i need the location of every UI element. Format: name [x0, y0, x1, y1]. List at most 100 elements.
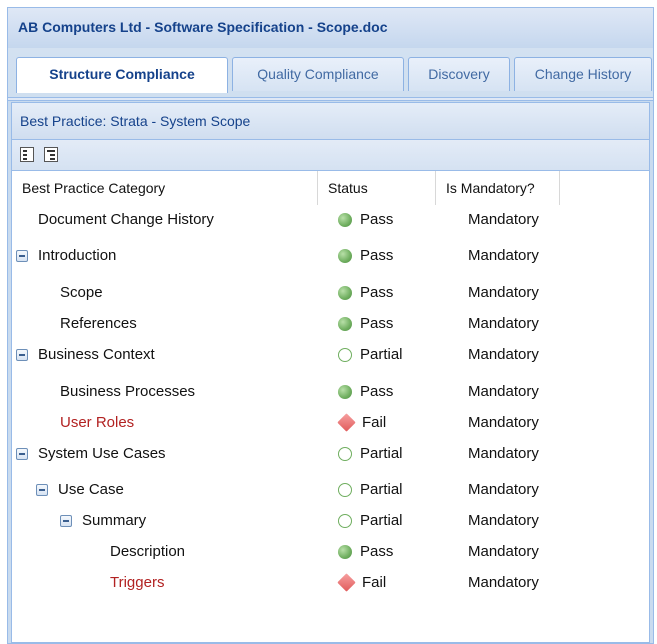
pass-status-icon	[338, 544, 352, 559]
category-cell: Scope	[60, 284, 103, 301]
status-label: Fail	[362, 414, 387, 431]
category-label: User Roles	[60, 414, 135, 431]
status-cell: Pass	[338, 383, 393, 400]
category-label: System Use Cases	[38, 445, 166, 462]
status-cell: Partial	[338, 481, 403, 498]
tab-structure-compliance[interactable]: Structure Compliance	[16, 57, 228, 93]
pass-status-icon	[338, 285, 352, 300]
mandatory-label: Mandatory	[468, 512, 539, 529]
category-cell: Business Processes	[60, 383, 195, 400]
tab-quality-compliance[interactable]: Quality Compliance	[232, 57, 404, 91]
mandatory-label: Mandatory	[468, 247, 539, 264]
status-cell: Pass	[338, 284, 393, 301]
category-label: Triggers	[110, 574, 165, 591]
mandatory-label: Mandatory	[468, 543, 539, 560]
table-row[interactable]: References Pass Mandatory	[12, 309, 649, 339]
collapse-toggle-icon[interactable]	[16, 348, 28, 361]
category-label: Summary	[82, 512, 147, 529]
status-label: Pass	[360, 315, 394, 332]
collapse-toggle-icon[interactable]	[60, 514, 72, 527]
mandatory-label: Mandatory	[468, 414, 539, 431]
status-cell: Pass	[338, 247, 393, 264]
table-row[interactable]: User Roles Fail Mandatory	[12, 408, 649, 438]
category-cell: Summary	[60, 512, 146, 529]
status-cell: Partial	[338, 346, 403, 363]
tab-strip: Structure Compliance Quality Compliance …	[8, 48, 653, 98]
category-cell: User Roles	[60, 414, 134, 431]
column-header-category[interactable]: Best Practice Category	[12, 171, 318, 205]
pass-status-icon	[338, 316, 352, 331]
table-row[interactable]: Scope Pass Mandatory	[12, 278, 649, 308]
status-cell: Pass	[338, 543, 393, 560]
category-label: Use Case	[58, 481, 124, 498]
category-cell: Business Context	[16, 346, 155, 363]
mandatory-label: Mandatory	[468, 481, 539, 498]
pass-status-icon	[338, 212, 352, 227]
status-cell: Partial	[338, 445, 403, 462]
status-label: Partial	[360, 346, 403, 363]
status-cell: Fail	[337, 573, 387, 592]
status-label: Partial	[360, 512, 403, 529]
status-label: Pass	[360, 383, 394, 400]
tab-change-history[interactable]: Change History	[514, 57, 652, 91]
status-cell: Pass	[338, 211, 393, 228]
status-cell: Pass	[338, 315, 393, 332]
category-cell: Triggers	[110, 574, 164, 591]
status-label: Fail	[362, 574, 387, 591]
mandatory-label: Mandatory	[468, 211, 539, 228]
status-label: Partial	[360, 481, 403, 498]
status-label: Pass	[360, 543, 394, 560]
status-label: Partial	[360, 445, 403, 462]
tab-divider	[8, 97, 653, 101]
column-header-status[interactable]: Status	[318, 171, 436, 205]
pass-status-icon	[338, 384, 352, 399]
collapse-toggle-icon[interactable]	[16, 447, 28, 460]
table-row[interactable]: Business Processes Pass Mandatory	[12, 377, 649, 407]
mandatory-label: Mandatory	[468, 284, 539, 301]
fail-status-icon	[337, 573, 356, 592]
table-row[interactable]: Introduction Pass Mandatory	[12, 241, 649, 271]
table-row[interactable]: Document Change History Pass Mandatory	[12, 205, 649, 235]
table-row[interactable]: Use Case Partial Mandatory	[12, 475, 649, 505]
mandatory-label: Mandatory	[468, 315, 539, 332]
table-row[interactable]: Triggers Fail Mandatory	[12, 568, 649, 598]
category-label: Business Context	[38, 346, 155, 363]
status-cell: Partial	[338, 512, 403, 529]
partial-status-icon	[338, 513, 352, 528]
column-header-mandatory[interactable]: Is Mandatory?	[436, 171, 560, 205]
window-title: AB Computers Ltd - Software Specificatio…	[18, 19, 388, 35]
fail-status-icon	[337, 413, 356, 432]
status-label: Pass	[360, 247, 394, 264]
panel-title: Best Practice: Strata - System Scope	[12, 103, 649, 140]
category-label: References	[60, 315, 137, 332]
table-row[interactable]: Summary Partial Mandatory	[12, 506, 649, 536]
status-label: Pass	[360, 211, 394, 228]
category-cell: Description	[110, 543, 185, 560]
collapse-all-icon[interactable]	[20, 147, 34, 162]
collapse-toggle-icon[interactable]	[16, 249, 28, 262]
grid-header: Best Practice Category Status Is Mandato…	[12, 171, 649, 205]
mandatory-label: Mandatory	[468, 383, 539, 400]
title-bar: AB Computers Ltd - Software Specificatio…	[8, 8, 653, 49]
table-row[interactable]: System Use Cases Partial Mandatory	[12, 439, 649, 469]
pass-status-icon	[338, 248, 352, 263]
category-cell: Introduction	[16, 247, 116, 264]
expand-all-icon[interactable]	[44, 147, 58, 162]
category-cell: Use Case	[36, 481, 124, 498]
category-label: Description	[110, 543, 186, 560]
tree-toolbar	[12, 140, 649, 171]
table-row[interactable]: Business Context Partial Mandatory	[12, 340, 649, 370]
mandatory-label: Mandatory	[468, 445, 539, 462]
spec-window: AB Computers Ltd - Software Specificatio…	[7, 7, 654, 644]
category-label: Document Change History	[38, 211, 214, 228]
tab-discovery[interactable]: Discovery	[408, 57, 510, 91]
status-cell: Fail	[337, 413, 387, 432]
category-label: Scope	[60, 284, 103, 301]
collapse-toggle-icon[interactable]	[36, 483, 48, 496]
category-label: Introduction	[38, 247, 117, 264]
mandatory-label: Mandatory	[468, 574, 539, 591]
partial-status-icon	[338, 446, 352, 461]
table-row[interactable]: Description Pass Mandatory	[12, 537, 649, 567]
best-practice-panel: Best Practice: Strata - System Scope Bes…	[11, 102, 650, 643]
partial-status-icon	[338, 482, 352, 497]
